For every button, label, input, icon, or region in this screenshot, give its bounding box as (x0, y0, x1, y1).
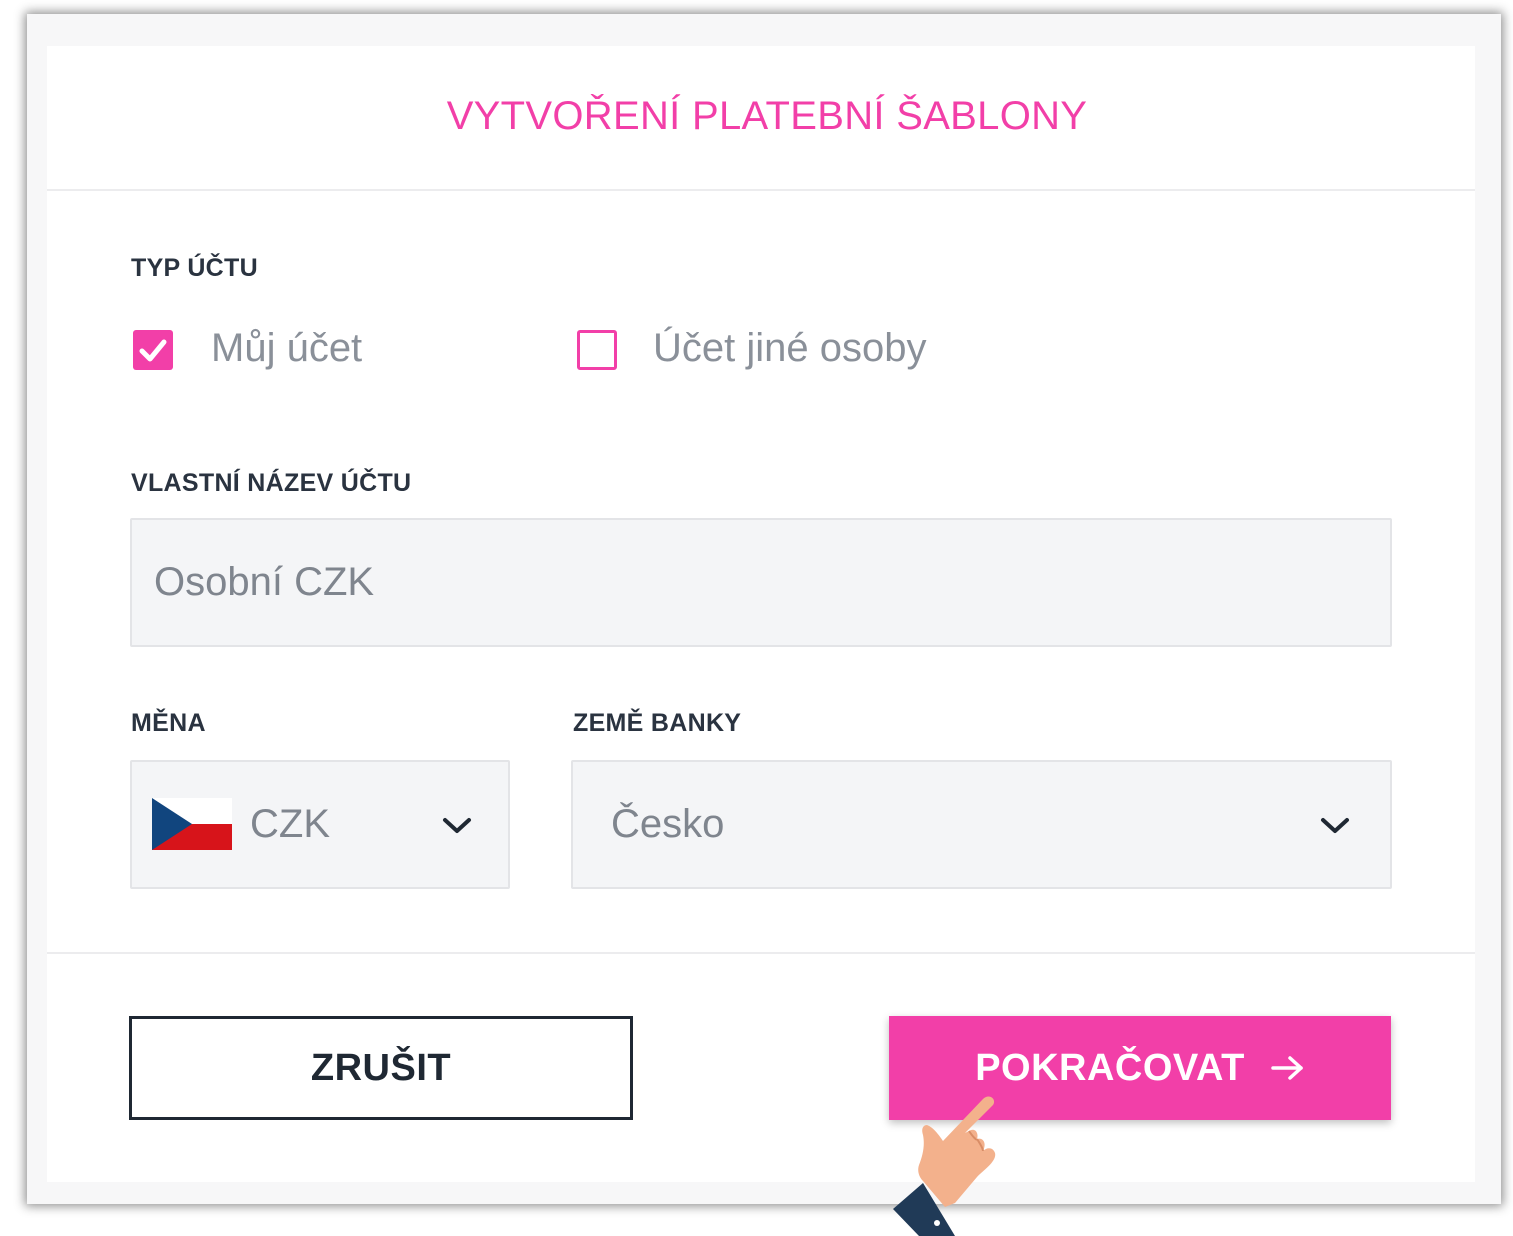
other-person-account-label[interactable]: Účet jiné osoby (653, 326, 926, 371)
arrow-right-icon (1271, 1056, 1303, 1080)
bank-country-value: Česko (611, 802, 725, 846)
checkmark-icon (139, 339, 167, 362)
cancel-button[interactable]: ZRUŠIT (129, 1016, 633, 1120)
currency-label: MĚNA (131, 709, 206, 737)
chevron-down-icon (1321, 818, 1349, 833)
payment-template-dialog: VYTVOŘENÍ PLATEBNÍ ŠABLONY TYP ÚČTU Můj … (47, 46, 1475, 1182)
screenshot-frame: VYTVOŘENÍ PLATEBNÍ ŠABLONY TYP ÚČTU Můj … (27, 14, 1501, 1204)
account-name-input[interactable]: Osobní CZK (130, 518, 1392, 647)
bank-country-label: ZEMĚ BANKY (573, 709, 742, 737)
header-divider (47, 189, 1475, 191)
my-account-label[interactable]: Můj účet (211, 326, 362, 371)
continue-button-label: POKRAČOVAT (975, 1046, 1245, 1089)
footer-divider (47, 952, 1475, 954)
currency-select[interactable]: CZK (130, 760, 510, 889)
account-name-label: VLASTNÍ NÁZEV ÚČTU (131, 469, 412, 497)
hand-pointer-icon (893, 1096, 996, 1236)
chevron-down-icon (443, 818, 471, 833)
my-account-checkbox[interactable] (133, 330, 173, 370)
currency-value: CZK (250, 802, 330, 846)
dialog-title: VYTVOŘENÍ PLATEBNÍ ŠABLONY (446, 94, 1088, 138)
czech-flag-icon (152, 798, 232, 850)
account-type-label: TYP ÚČTU (131, 254, 258, 282)
other-person-account-checkbox[interactable] (577, 330, 617, 370)
account-name-value: Osobní CZK (154, 560, 375, 604)
cancel-button-label: ZRUŠIT (310, 1046, 452, 1089)
bank-country-select[interactable]: Česko (571, 760, 1392, 889)
